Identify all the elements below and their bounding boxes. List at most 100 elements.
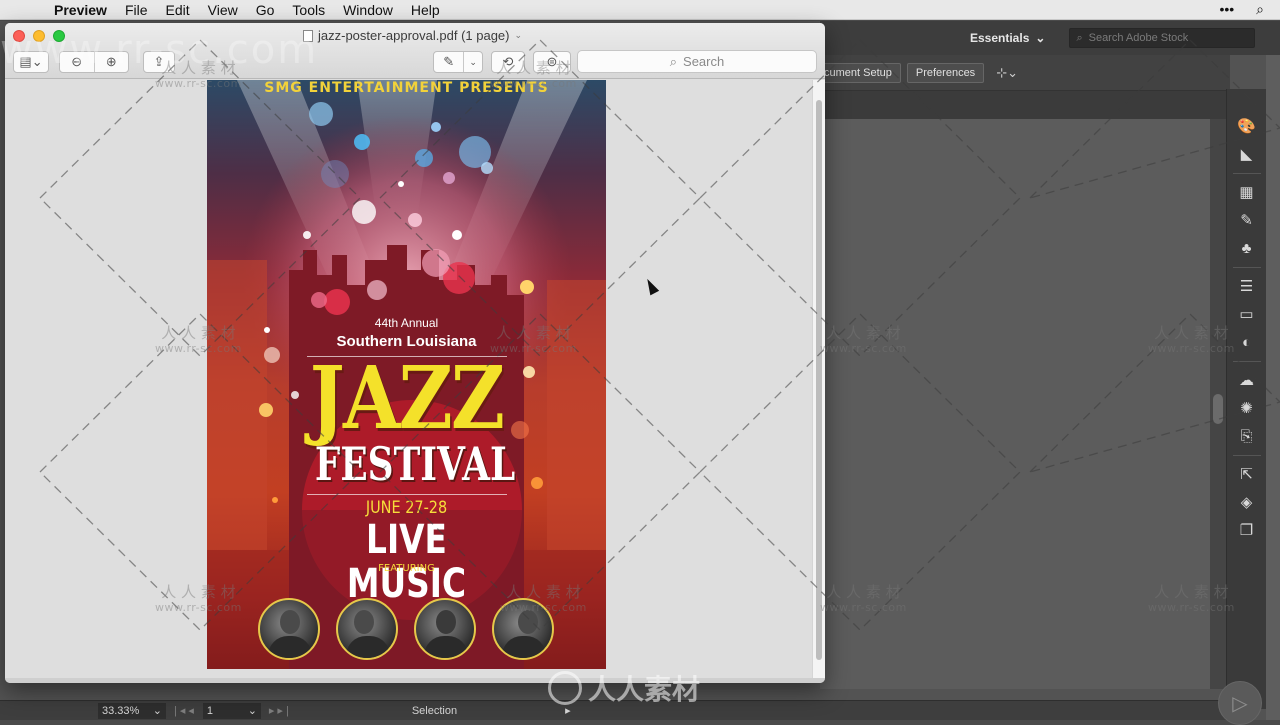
dock-divider [1232,267,1261,268]
menu-bar: Preview File Edit View Go Tools Window H… [0,0,1280,20]
share-icon: ⇪ [153,54,165,69]
workspace-switcher[interactable]: Essentials ⌄ [970,31,1045,45]
share-button[interactable]: ⇪ [143,51,175,73]
panel-dock: 🎨 ◣ ▦ ✎ ♣ ☰ ▭ ◐ ☁ ✺ ⎘ ⇱ ◈ ❐ [1226,89,1266,709]
search-field[interactable]: ⌕ Search [577,50,817,73]
minimize-button[interactable] [33,30,45,42]
performer-avatar [414,598,476,660]
rotate-icon: ⟲ [502,54,514,69]
gradient-panel-icon[interactable]: ▭ [1237,305,1257,324]
next-last-artboard-icon[interactable]: ▸▸| [269,704,292,717]
jazz-poster: SMG ENTERTAINMENT PRESENTS 44th Annual S… [207,80,606,669]
stock-search-placeholder: Search Adobe Stock [1088,32,1189,44]
artboard-number: 1 [206,704,214,717]
divider-line [307,494,507,495]
menu-file[interactable]: File [116,2,157,18]
document-setup-button[interactable]: cument Setup [820,62,901,83]
menu-app-name[interactable]: Preview [38,2,116,18]
background-building [207,260,267,550]
artboards-icon[interactable]: ❐ [1237,521,1257,540]
zoom-window-button[interactable] [53,30,65,42]
zoom-in-icon[interactable]: ⊕ [95,54,129,70]
export-icon[interactable]: ⇱ [1237,465,1257,484]
preview-bottom-edge [5,678,825,683]
zoom-out-icon[interactable]: ⊖ [60,54,94,70]
scrollbar-thumb[interactable] [1213,394,1223,424]
tool-mode-label: Selection [411,704,458,717]
artboard-number-select[interactable]: 1 ⌄ [202,702,261,719]
zoom-select[interactable]: 33.33% ⌄ [98,702,166,719]
spotlight-icon[interactable]: ⌕ [1256,1,1264,18]
festival-heading: FESTIVAL [314,437,516,491]
performer-avatar [258,598,320,660]
stock-search-input[interactable]: ⌕ Search Adobe Stock [1069,28,1256,48]
brushes-icon[interactable]: ✎ [1237,211,1257,230]
layers-icon[interactable]: ◈ [1237,493,1257,512]
presents-line: SMG ENTERTAINMENT PRESENTS [264,80,549,96]
sidebar-button[interactable]: ▤⌄ [13,51,49,73]
markup-button[interactable]: ✎ ⌄ [433,51,483,73]
transparency-icon[interactable]: ◐ [1237,333,1257,352]
festival-dates: JUNE 27-28 [365,498,448,518]
status-menu-arrow-icon[interactable]: ▸ [565,704,571,717]
appearance-icon[interactable]: ✺ [1237,399,1257,418]
performer-avatar [336,598,398,660]
preview-titlebar: jazz-poster-approval.pdf (1 page) ⌄ ▤⌄ ⊖… [5,23,825,79]
annual-edition: 44th Annual [374,316,439,330]
chevron-down-icon: ⌄ [1035,31,1046,45]
zoom-value: 33.33% [102,704,140,717]
more-icon[interactable]: ••• [1219,1,1234,18]
jazz-heading: JAZZ [309,348,505,449]
menu-view[interactable]: View [199,2,247,18]
menu-extras: ••• ⌕ [1219,1,1280,18]
status-bar: 33.33% ⌄ |◂◂ 1 ⌄ ▸▸| Selection ▸ [0,700,1230,720]
chevron-down-icon: ⌄ [469,56,477,67]
performer-avatar [492,598,554,660]
document-title[interactable]: jazz-poster-approval.pdf (1 page) ⌄ [303,28,522,43]
libraries-icon[interactable]: ☁ [1237,371,1257,390]
document-tab-strip [820,91,1230,119]
markup-icon: ✎ [443,54,455,69]
first-prev-artboard-icon[interactable]: |◂◂ [174,704,197,717]
document-view[interactable]: SMG ENTERTAINMENT PRESENTS 44th Annual S… [5,80,812,678]
menu-go[interactable]: Go [247,2,284,18]
preview-window: jazz-poster-approval.pdf (1 page) ⌄ ▤⌄ ⊖… [5,23,825,683]
menu-tools[interactable]: Tools [283,2,334,18]
background-building [547,280,606,550]
play-icon[interactable]: ▷ [1218,681,1262,725]
chevron-down-icon: ⌄ [152,705,162,717]
stroke-icon[interactable]: ☰ [1237,277,1257,296]
close-button[interactable] [13,30,25,42]
preview-scrollbar[interactable] [812,80,825,678]
live-music-heading: LIVE MUSIC [346,517,467,607]
chevron-down-icon: ⌄ [247,705,257,717]
search-placeholder: Search [683,54,725,69]
annotate-button[interactable]: ⊜ [533,51,571,73]
asset-export-icon[interactable]: ⎘ [1237,427,1257,446]
document-title-text: jazz-poster-approval.pdf (1 page) [318,28,510,43]
chevron-down-icon: ⌄ [514,30,523,40]
swatches-icon[interactable]: ▦ [1237,183,1257,202]
gradient-icon[interactable]: ◣ [1237,145,1257,164]
menu-help[interactable]: Help [402,2,449,18]
color-palette-icon[interactable]: 🎨 [1237,117,1257,136]
search-icon: ⌕ [669,53,678,69]
canvas-scrollbar[interactable] [1210,119,1226,689]
scrollbar-thumb[interactable] [816,100,822,660]
sidebar-icon: ▤⌄ [19,54,43,69]
illustrator-top-bar: Essentials ⌄ ⌕ Search Adobe Stock [820,21,1280,55]
dock-divider [1232,361,1261,362]
menu-edit[interactable]: Edit [157,2,199,18]
preferences-button[interactable]: Preferences [906,62,985,83]
window-edge [1266,55,1280,720]
annotate-icon: ⊜ [546,54,558,69]
zoom-buttons: ⊖ ⊕ [59,51,129,73]
workspace-label: Essentials [970,31,1030,45]
symbols-icon[interactable]: ♣ [1237,239,1257,258]
artboard-canvas[interactable] [820,119,1210,689]
menu-window[interactable]: Window [334,2,402,18]
rotate-button[interactable]: ⟲ [491,51,525,73]
control-bar: cument Setup Preferences ⊹⌄ [820,55,1230,91]
arrange-icon[interactable]: ⊹⌄ [996,65,1018,81]
document-icon [303,29,313,42]
